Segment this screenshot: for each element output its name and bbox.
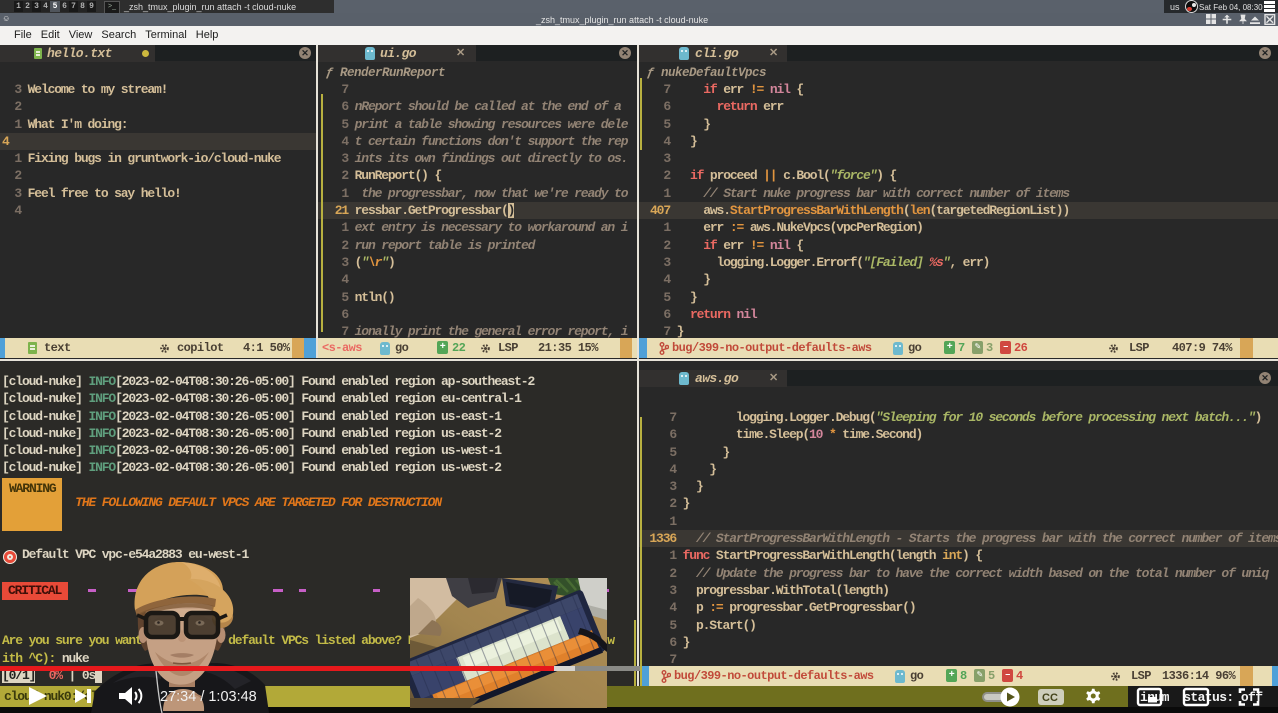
svg-text:CC: CC <box>1042 692 1058 704</box>
svg-text:27:34 / 1:03:48: 27:34 / 1:03:48 <box>160 689 257 705</box>
